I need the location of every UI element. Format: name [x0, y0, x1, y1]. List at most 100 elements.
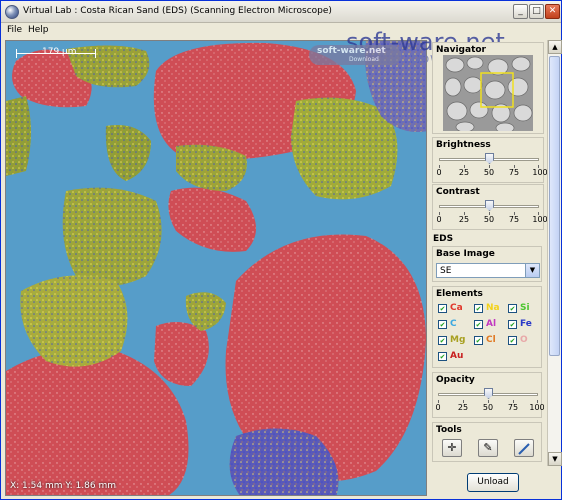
element-label: C	[450, 319, 457, 329]
minimize-icon: _	[518, 6, 523, 16]
contrast-slider[interactable]: 0 25 50 75 100	[436, 199, 547, 225]
maximize-icon: □	[532, 6, 541, 16]
scroll-thumb[interactable]	[549, 56, 560, 356]
contrast-tick-25: 25	[458, 215, 470, 224]
base-image-group: Base Image SE ▼	[432, 246, 542, 282]
contrast-knob[interactable]	[485, 200, 494, 211]
elements-title: Elements	[436, 289, 483, 299]
checkbox-check-icon[interactable]: ✔	[438, 304, 447, 313]
element-checkbox-si[interactable]: ✔ Si	[508, 303, 542, 315]
opacity-tick-0: 0	[435, 403, 441, 412]
brush-tool-button[interactable]: ✎	[478, 439, 498, 457]
unload-button[interactable]: Unload	[467, 473, 519, 492]
base-image-value: SE	[440, 266, 452, 276]
window-title: Virtual Lab : Costa Rican Sand (EDS) (Sc…	[23, 6, 332, 16]
navigator-title: Navigator	[436, 45, 486, 55]
navigator-group: Navigator	[432, 42, 544, 134]
coordinate-readout: X: 1.54 mm Y: 1.86 mm	[10, 481, 116, 491]
watermark-badge: soft-ware.net Download	[309, 45, 401, 65]
crosshair-tool-button[interactable]: ✛	[442, 439, 462, 457]
tools-title: Tools	[436, 425, 462, 435]
title-bar[interactable]: Virtual Lab : Costa Rican Sand (EDS) (Sc…	[1, 1, 561, 23]
maximize-button[interactable]: □	[529, 4, 544, 19]
minimize-button[interactable]: _	[513, 4, 528, 19]
sem-image	[6, 41, 426, 495]
app-window: Virtual Lab : Costa Rican Sand (EDS) (Sc…	[0, 0, 562, 500]
opacity-tick-75: 75	[507, 403, 519, 412]
eds-group: EDS Base Image SE ▼ Elements ✔ Ca ✔ Na ✔ Si ✔ C…	[432, 234, 545, 466]
close-button[interactable]: ✕	[545, 4, 560, 19]
element-label: Au	[450, 351, 464, 361]
brightness-tick-25: 25	[458, 168, 470, 177]
element-checkbox-al[interactable]: ✔ Al	[474, 319, 508, 331]
menu-file[interactable]: File	[7, 25, 22, 35]
element-label: Ca	[450, 303, 463, 313]
watermark-badge-text: soft-ware.net	[317, 46, 386, 56]
scale-bar: 179 µm	[16, 47, 96, 59]
chevron-down-icon[interactable]: ▼	[525, 264, 539, 277]
element-label: Na	[486, 303, 500, 313]
crosshair-icon: ✛	[447, 441, 457, 454]
brightness-slider[interactable]: 0 25 50 75 100	[436, 152, 547, 178]
tools-group: Tools ✛ ✎	[432, 422, 542, 462]
control-panel: Navigator Brightness 0 25 50 75 100 Cont…	[429, 40, 547, 466]
scroll-up-button[interactable]: ▲	[548, 40, 562, 54]
pen-icon	[518, 443, 530, 455]
opacity-title: Opacity	[436, 375, 475, 385]
bottom-bar: Unload	[429, 469, 561, 499]
element-checkbox-c[interactable]: ✔ C	[438, 319, 472, 331]
app-icon	[5, 5, 19, 19]
element-label: Mg	[450, 335, 466, 345]
pen-tool-button[interactable]	[514, 439, 534, 457]
contrast-title: Contrast	[436, 187, 480, 197]
element-checkbox-cl[interactable]: ✔ Cl	[474, 335, 508, 347]
element-label: Si	[520, 303, 530, 313]
base-image-select[interactable]: SE ▼	[436, 263, 540, 278]
opacity-tick-50: 50	[482, 403, 494, 412]
elements-group: Elements ✔ Ca ✔ Na ✔ Si ✔ C ✔ Al ✔ Fe ✔ Mg ✔ Cl ✔ O ✔ Au	[432, 286, 542, 368]
opacity-slider[interactable]: 0 25 50 75 100	[435, 387, 545, 413]
checkbox-check-icon[interactable]: ✔	[474, 320, 483, 329]
checkbox-check-icon[interactable]: ✔	[508, 304, 517, 313]
contrast-tick-75: 75	[508, 215, 520, 224]
element-label: O	[520, 335, 528, 345]
brightness-knob[interactable]	[485, 153, 494, 164]
checkbox-check-icon[interactable]: ✔	[508, 336, 517, 345]
element-label: Cl	[486, 335, 496, 345]
brightness-tick-100: 100	[532, 168, 547, 177]
panel-scrollbar[interactable]: ▲ ▼	[547, 40, 562, 466]
brightness-tick-0: 0	[436, 168, 442, 177]
element-label: Al	[486, 319, 497, 329]
watermark-badge-sub: Download	[349, 56, 379, 63]
brightness-tick-50: 50	[483, 168, 495, 177]
element-checkbox-mg[interactable]: ✔ Mg	[438, 335, 472, 347]
eds-title: EDS	[433, 234, 454, 244]
element-checkbox-ca[interactable]: ✔ Ca	[438, 303, 472, 315]
checkbox-check-icon[interactable]: ✔	[438, 336, 447, 345]
checkbox-check-icon[interactable]: ✔	[508, 320, 517, 329]
opacity-tick-25: 25	[457, 403, 469, 412]
opacity-knob[interactable]	[484, 388, 493, 399]
element-checkbox-fe[interactable]: ✔ Fe	[508, 319, 542, 331]
brightness-tick-75: 75	[508, 168, 520, 177]
scale-label: 179 µm	[42, 47, 77, 57]
element-label: Fe	[520, 319, 532, 329]
close-icon: ✕	[548, 6, 557, 16]
navigator-thumbnail[interactable]	[443, 55, 533, 131]
menu-help[interactable]: Help	[28, 25, 49, 35]
contrast-group: Contrast 0 25 50 75 100	[432, 184, 547, 230]
brightness-title: Brightness	[436, 140, 491, 150]
contrast-tick-0: 0	[436, 215, 442, 224]
element-checkbox-o[interactable]: ✔ O	[508, 335, 542, 347]
checkbox-check-icon[interactable]: ✔	[474, 336, 483, 345]
checkbox-check-icon[interactable]: ✔	[438, 352, 447, 361]
scroll-down-button[interactable]: ▼	[548, 452, 562, 466]
element-checkbox-au[interactable]: ✔ Au	[438, 351, 472, 363]
checkbox-check-icon[interactable]: ✔	[474, 304, 483, 313]
sem-image-viewport[interactable]: 179 µm X: 1.54 mm Y: 1.86 mm	[5, 40, 427, 496]
opacity-group: Opacity 0 25 50 75 100	[432, 372, 545, 418]
opacity-tick-100: 100	[529, 403, 545, 412]
contrast-tick-100: 100	[532, 215, 547, 224]
checkbox-check-icon[interactable]: ✔	[438, 320, 447, 329]
element-checkbox-na[interactable]: ✔ Na	[474, 303, 508, 315]
